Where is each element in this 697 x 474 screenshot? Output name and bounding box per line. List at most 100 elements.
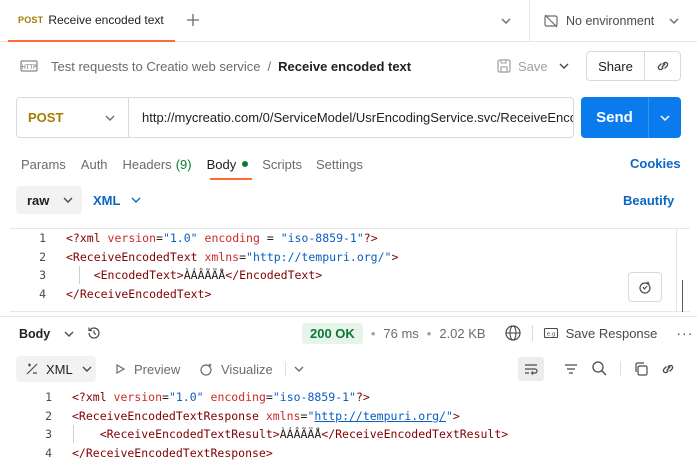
search-icon bbox=[592, 361, 607, 376]
code-token: = bbox=[156, 231, 163, 245]
code-token: <EncodedText> bbox=[93, 268, 184, 282]
code-line: 1 <?xml version="1.0" encoding="iso-8859-… bbox=[34, 388, 370, 406]
tab-params[interactable]: Params bbox=[21, 157, 66, 172]
tab-body-label: Body bbox=[206, 156, 237, 172]
chevron-down-icon bbox=[559, 63, 569, 69]
save-response-icon: e.g bbox=[543, 327, 558, 339]
response-body-viewer[interactable]: 1 <?xml version="1.0" encoding="iso-8859-… bbox=[18, 388, 688, 470]
editor-scrollbar[interactable] bbox=[676, 228, 690, 312]
code-token: version bbox=[113, 390, 163, 404]
response-format-label: XML bbox=[46, 361, 73, 377]
request-body-editor[interactable]: 1 <?xml version="1.0" encoding = "iso-885… bbox=[10, 228, 690, 312]
ai-assist-button[interactable] bbox=[628, 272, 662, 302]
divider bbox=[531, 325, 533, 341]
response-meta: 200 OK • 76 ms • 2.02 KB e.g Save Respon… bbox=[302, 322, 693, 344]
visualize-icon bbox=[200, 363, 212, 376]
code-token: ÀÁÂÃÄÅ bbox=[183, 268, 226, 282]
no-environment-icon bbox=[544, 14, 558, 28]
response-time[interactable]: 76 ms bbox=[383, 326, 418, 341]
svg-text:e.g: e.g bbox=[546, 332, 555, 338]
request-tab[interactable]: POST Receive encoded text bbox=[8, 0, 175, 42]
code-token: xmlns bbox=[265, 408, 301, 423]
line-number: 3 bbox=[45, 427, 52, 441]
request-url-bar: POST http://mycreatio.com/0/ServiceModel… bbox=[16, 97, 574, 138]
code-format-icon bbox=[26, 363, 38, 375]
send-label: Send bbox=[581, 97, 649, 138]
beautify-link[interactable]: Beautify bbox=[623, 193, 674, 208]
new-tab-button[interactable] bbox=[186, 13, 200, 27]
history-button[interactable] bbox=[86, 325, 102, 341]
visualize-button[interactable]: Visualize bbox=[199, 360, 305, 378]
chevron-down-icon bbox=[82, 366, 92, 372]
tab-body[interactable]: Body bbox=[207, 157, 249, 172]
code-token: "iso-8859-1" bbox=[272, 390, 356, 404]
method-selector[interactable]: POST bbox=[17, 98, 129, 137]
code-token: <ReceiveEncodedText bbox=[66, 249, 205, 264]
preview-button[interactable]: Preview bbox=[114, 361, 180, 377]
tabs-dropdown-button[interactable] bbox=[500, 15, 512, 27]
save-button[interactable]: Save bbox=[496, 57, 548, 75]
copy-link-button[interactable] bbox=[644, 51, 681, 81]
divider bbox=[620, 361, 621, 376]
globe-icon[interactable] bbox=[504, 324, 522, 342]
line-number: 4 bbox=[45, 445, 52, 460]
code-token[interactable]: http://tempuri.org/ bbox=[314, 409, 446, 423]
body-language-selector[interactable]: XML bbox=[93, 192, 142, 208]
code-token: > bbox=[452, 408, 460, 423]
code-token: = bbox=[239, 249, 247, 264]
search-button[interactable] bbox=[591, 360, 608, 377]
copy-button[interactable] bbox=[633, 361, 649, 377]
code-token: encoding bbox=[204, 231, 260, 245]
visualize-label: Visualize bbox=[221, 361, 273, 377]
code-token: = bbox=[259, 231, 281, 245]
response-link-button[interactable] bbox=[660, 361, 676, 377]
response-body-selector[interactable]: Body bbox=[19, 326, 75, 342]
code-token: ÀÁÂÃÄÅ bbox=[279, 427, 322, 441]
line-number: 1 bbox=[45, 390, 52, 404]
code-token: </ReceiveEncodedTextResult> bbox=[321, 427, 509, 441]
code-token: "iso-8859-1" bbox=[280, 231, 364, 245]
tab-auth[interactable]: Auth bbox=[81, 157, 108, 172]
breadcrumb-collection[interactable]: Test requests to Creatio web service bbox=[51, 59, 261, 74]
sparkle-icon bbox=[639, 281, 651, 294]
response-more-button[interactable]: ··· bbox=[676, 325, 693, 341]
code-token: <ReceiveEncodedTextResult> bbox=[99, 427, 280, 441]
preview-label: Preview bbox=[134, 361, 181, 377]
response-format-selector[interactable]: XML bbox=[16, 356, 96, 382]
save-response-button[interactable]: e.g Save Response bbox=[543, 325, 658, 341]
code-line: 4 </ReceiveEncodedTextResponse> bbox=[34, 444, 273, 462]
send-options-button[interactable] bbox=[649, 97, 681, 138]
environment-selector[interactable]: No environment bbox=[543, 12, 683, 30]
method-label: POST bbox=[28, 110, 64, 125]
status-badge[interactable]: 200 OK bbox=[302, 322, 363, 344]
code-text: <ReceiveEncodedTextResponse xmlns="http:… bbox=[72, 409, 460, 423]
code-line: 3 <EncodedText>ÀÁÂÃÄÅ</EncodedText> bbox=[28, 266, 322, 284]
breadcrumb-request-name[interactable]: Receive encoded text bbox=[278, 59, 411, 74]
url-input[interactable]: http://mycreatio.com/0/ServiceModel/UsrE… bbox=[129, 110, 573, 125]
response-size[interactable]: 2.02 KB bbox=[439, 326, 485, 341]
code-token: <?xml bbox=[66, 231, 108, 245]
body-mode-selector[interactable]: raw bbox=[16, 186, 82, 214]
plus-icon bbox=[187, 14, 199, 26]
chevron-down-icon bbox=[294, 366, 304, 372]
code-token: version bbox=[107, 231, 157, 245]
tab-headers[interactable]: Headers (9) bbox=[123, 157, 192, 172]
code-line: 2 <ReceiveEncodedTextResponse xmlns="http… bbox=[34, 407, 460, 425]
wrap-lines-button[interactable] bbox=[518, 357, 544, 381]
filter-button[interactable] bbox=[563, 361, 579, 377]
chevron-down-icon bbox=[501, 18, 511, 24]
tab-settings[interactable]: Settings bbox=[316, 157, 363, 172]
code-token: </EncodedText> bbox=[225, 268, 323, 282]
line-number: 1 bbox=[39, 231, 46, 245]
cookies-link[interactable]: Cookies bbox=[630, 156, 681, 171]
save-response-label: Save Response bbox=[565, 325, 658, 341]
code-token: = bbox=[162, 390, 169, 404]
chevron-down-icon bbox=[669, 18, 679, 24]
share-button[interactable]: Share bbox=[586, 51, 645, 81]
save-options-button[interactable] bbox=[558, 60, 570, 72]
tab-scripts[interactable]: Scripts bbox=[262, 157, 302, 172]
code-text: <ReceiveEncodedText xmlns="http://tempur… bbox=[66, 250, 398, 264]
send-button[interactable]: Send bbox=[581, 97, 681, 138]
